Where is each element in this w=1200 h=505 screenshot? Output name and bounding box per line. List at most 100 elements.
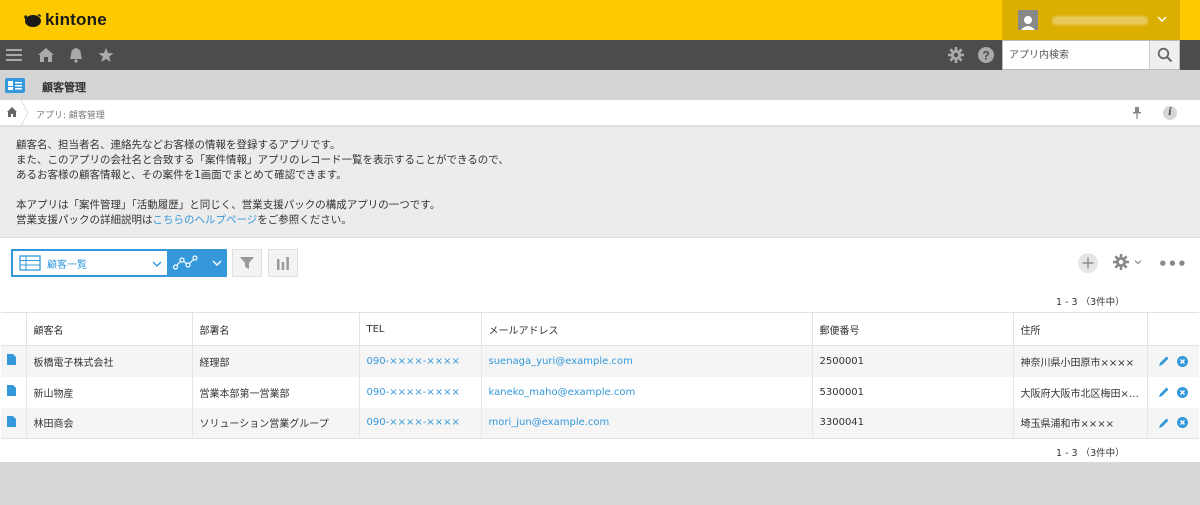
app-title: 顧客管理 <box>42 81 86 94</box>
delete-icon[interactable] <box>1177 355 1189 367</box>
table-row: 板橋電子株式会社 経理部 090-××××-×××× suenaga_yuri@… <box>1 345 1199 377</box>
table-row: 新山物産 営業本部第一営業部 090-××××-×××× kaneko_maho… <box>1 376 1199 408</box>
cell-department: 経理部 <box>191 345 359 377</box>
pin-icon[interactable] <box>1132 106 1142 120</box>
cell-email[interactable]: kaneko_maho@example.com <box>480 376 812 408</box>
help-page-link[interactable]: こちらのヘルプページ <box>153 214 258 226</box>
cell-address: 埼玉県浦和市×××× <box>1012 407 1147 439</box>
search-input[interactable] <box>1003 41 1147 69</box>
more-options-icon[interactable]: ••• <box>1158 255 1187 273</box>
chevron-down-icon <box>212 260 222 266</box>
header-tel[interactable]: TEL <box>358 312 481 346</box>
edit-icon[interactable] <box>1158 417 1170 429</box>
graph-menu-button[interactable] <box>169 249 227 277</box>
table-header-row: 顧客名 部署名 TEL メールアドレス 郵便番号 住所 <box>1 312 1199 346</box>
document-icon[interactable] <box>7 385 16 396</box>
info-icon[interactable]: i <box>1163 106 1177 120</box>
description-line: 本アプリは「案件管理」「活動履歴」と同じく、営業支援パックの構成アプリの一つです… <box>16 199 441 211</box>
description-line: 営業支援パックの詳細説明はこちらのヘルプページをご参照ください。 <box>16 214 352 226</box>
add-record-button[interactable] <box>1078 253 1098 273</box>
header-email[interactable]: メールアドレス <box>480 312 812 346</box>
record-detail-cell[interactable] <box>1 345 26 377</box>
svg-text:?: ? <box>982 49 989 63</box>
filter-icon <box>240 257 254 269</box>
header-customer-name[interactable]: 顧客名 <box>25 312 192 346</box>
page-footer-area <box>0 462 1200 505</box>
chevron-down-icon <box>1134 260 1142 265</box>
cell-department: ソリューション営業グループ <box>191 407 359 439</box>
description-line: 顧客名、担当者名、連絡先などお客様の情報を登録するアプリです。 <box>16 139 341 151</box>
cell-customer-name: 林田商会 <box>25 407 192 439</box>
app-icon <box>5 78 25 93</box>
breadcrumb-separator <box>20 100 29 126</box>
cell-department: 営業本部第一営業部 <box>191 376 359 408</box>
app-settings-button[interactable] <box>1112 253 1143 271</box>
record-detail-cell[interactable] <box>1 407 26 439</box>
table-view-icon <box>19 255 41 271</box>
bell-icon[interactable] <box>62 40 90 70</box>
document-icon[interactable] <box>7 415 16 427</box>
kintone-logo[interactable]: kintone <box>22 10 107 30</box>
gear-icon <box>1113 254 1129 270</box>
cell-tel[interactable]: 090-××××-×××× <box>358 407 481 439</box>
cell-address: 大阪府大阪市北区梅田××-××-×× <box>1012 376 1147 408</box>
record-table: 顧客名 部署名 TEL メールアドレス 郵便番号 住所 板橋電子株式会社 経理部… <box>1 312 1199 439</box>
cell-actions <box>1146 407 1199 439</box>
view-selector[interactable]: 顧客一覧 <box>11 249 169 277</box>
user-menu[interactable] <box>1002 0 1180 40</box>
cell-email[interactable]: suenaga_yuri@example.com <box>480 345 812 377</box>
cell-zip: 2500001 <box>811 345 1013 377</box>
home-icon[interactable] <box>32 40 60 70</box>
avatar <box>1018 10 1038 30</box>
graph-button[interactable] <box>268 249 298 277</box>
edit-icon[interactable] <box>1158 386 1170 398</box>
cell-zip: 3300041 <box>811 407 1013 439</box>
app-search <box>1002 40 1180 70</box>
search-button[interactable] <box>1149 41 1179 69</box>
table-row: 林田商会 ソリューション営業グループ 090-××××-×××× mori_ju… <box>1 407 1199 439</box>
document-icon[interactable] <box>7 354 16 366</box>
chevron-down-icon <box>152 261 162 267</box>
gear-icon[interactable] <box>942 40 970 70</box>
description-line: あるお客様の顧客情報と、その案件を1画面でまとめて確認できます。 <box>16 169 347 181</box>
logo-text: kintone <box>45 10 107 29</box>
user-name-blurred <box>1052 15 1148 25</box>
cell-customer-name: 板橋電子株式会社 <box>25 345 192 377</box>
pager-top: 1 - 3 （3件中） <box>1056 297 1125 308</box>
header-zip[interactable]: 郵便番号 <box>811 312 1013 346</box>
record-detail-cell[interactable] <box>1 376 26 408</box>
breadcrumb: アプリ: 顧客管理 i <box>0 100 1200 126</box>
cell-tel[interactable]: 090-××××-×××× <box>358 376 481 408</box>
kintone-logo-icon <box>24 14 41 27</box>
edit-icon[interactable] <box>1158 355 1170 367</box>
filter-button[interactable] <box>232 249 262 277</box>
pager-bottom: 1 - 3 （3件中） <box>1056 448 1125 459</box>
graph-icon <box>173 255 198 270</box>
star-icon[interactable] <box>92 40 120 70</box>
header-detail <box>1 312 26 346</box>
cell-zip: 5300001 <box>811 376 1013 408</box>
view-label: 顧客一覧 <box>47 259 87 271</box>
header-actions <box>1146 312 1199 346</box>
delete-icon[interactable] <box>1177 417 1189 429</box>
cell-email[interactable]: mori_jun@example.com <box>480 407 812 439</box>
delete-icon[interactable] <box>1177 386 1189 398</box>
chevron-down-icon <box>1157 16 1167 23</box>
navbar-edge <box>1180 40 1200 70</box>
cell-customer-name: 新山物産 <box>25 376 192 408</box>
breadcrumb-app-link[interactable]: アプリ: 顧客管理 <box>36 108 105 121</box>
help-icon[interactable]: ? <box>972 40 1000 70</box>
search-icon <box>1157 47 1172 63</box>
plus-icon <box>1082 257 1094 269</box>
cell-actions <box>1146 376 1199 408</box>
bar-chart-icon <box>277 257 289 270</box>
header-department[interactable]: 部署名 <box>191 312 359 346</box>
user-icon <box>1021 16 1035 30</box>
cell-tel[interactable]: 090-××××-×××× <box>358 345 481 377</box>
app-title-bar <box>0 70 1200 100</box>
home-icon[interactable] <box>6 106 18 118</box>
description-line: また、このアプリの会社名と合致する「案件情報」アプリのレコード一覧を表示すること… <box>16 154 509 166</box>
app-description: 顧客名、担当者名、連絡先などお客様の情報を登録するアプリです。 また、このアプリ… <box>0 127 1200 238</box>
menu-icon[interactable] <box>0 40 28 70</box>
header-address[interactable]: 住所 <box>1012 312 1147 346</box>
